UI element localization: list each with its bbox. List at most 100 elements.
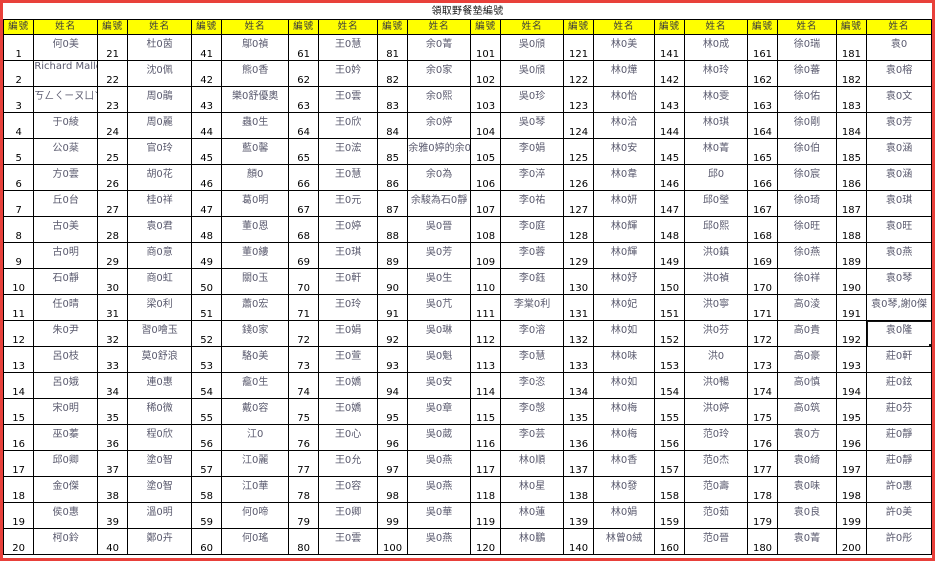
cell-number[interactable]: 42 (190, 60, 223, 87)
cell-name[interactable]: 高0貴 (777, 320, 837, 347)
cell-name[interactable]: 何0美 (33, 34, 98, 61)
cell-number[interactable]: 116 (469, 424, 502, 451)
cell-number[interactable]: 16 (2, 424, 35, 451)
cell-name[interactable]: 林0韋 (593, 164, 655, 191)
cell-name[interactable]: 林0發 (593, 476, 655, 503)
cell-name[interactable]: 溫0明 (127, 502, 192, 529)
cell-number[interactable]: 137 (562, 450, 595, 477)
cell-number[interactable]: 190 (835, 268, 868, 295)
cell-number[interactable]: 78 (287, 476, 320, 503)
cell-name[interactable]: 洪0婷 (684, 398, 748, 425)
cell-name[interactable]: 徐0祥 (777, 268, 837, 295)
cell-name[interactable]: 吳0晉 (407, 216, 471, 243)
cell-name[interactable]: 吳0燕 (407, 450, 471, 477)
cell-number[interactable]: 75 (287, 398, 320, 425)
cell-number[interactable]: 108 (469, 216, 502, 243)
cell-name[interactable]: 袁0琴 (866, 268, 932, 295)
cell-number[interactable]: 35 (96, 398, 129, 425)
cell-number[interactable]: 188 (835, 216, 868, 243)
cell-name[interactable]: 林0梅 (593, 398, 655, 425)
cell-name[interactable]: 徐0伯 (777, 138, 837, 165)
cell-name[interactable]: 于0綾 (33, 112, 98, 139)
cell-number[interactable]: 119 (469, 502, 502, 529)
cell-number[interactable]: 106 (469, 164, 502, 191)
cell-number[interactable]: 31 (96, 294, 129, 321)
cell-name[interactable]: 任0晴 (33, 294, 98, 321)
cell-number[interactable]: 167 (746, 190, 779, 217)
cell-name[interactable]: 范0玲 (684, 424, 748, 451)
cell-name[interactable]: 王0慧 (318, 164, 378, 191)
cell-number[interactable]: 102 (469, 60, 502, 87)
cell-number[interactable]: 122 (562, 60, 595, 87)
cell-number[interactable]: 192 (835, 320, 868, 347)
cell-number[interactable]: 177 (746, 450, 779, 477)
cell-name[interactable]: 洪0寧 (684, 294, 748, 321)
cell-name[interactable]: 商0虹 (127, 268, 192, 295)
cell-name[interactable]: 徐0蕃 (777, 60, 837, 87)
cell-number[interactable]: 100 (376, 528, 409, 555)
cell-name[interactable]: 范0杰 (684, 450, 748, 477)
cell-name[interactable]: 李0娟 (500, 138, 564, 165)
cell-name[interactable]: 莊0鉉 (866, 372, 932, 399)
cell-number[interactable]: 62 (287, 60, 320, 87)
cell-number[interactable]: 95 (376, 398, 409, 425)
cell-number[interactable]: 183 (835, 86, 868, 113)
cell-number[interactable]: 94 (376, 372, 409, 399)
cell-name[interactable]: 李0恣 (500, 372, 564, 399)
cell-name[interactable]: 徐0燕 (777, 242, 837, 269)
cell-number[interactable]: 54 (190, 372, 223, 399)
cell-number[interactable]: 60 (190, 528, 223, 555)
cell-name[interactable]: 林0怡 (593, 86, 655, 113)
cell-name[interactable]: 何0啼 (221, 502, 289, 529)
cell-name[interactable]: 邱0卿 (33, 450, 98, 477)
cell-number[interactable]: 138 (562, 476, 595, 503)
cell-number[interactable]: 163 (746, 86, 779, 113)
cell-number[interactable]: 101 (469, 34, 502, 61)
cell-number[interactable]: 152 (653, 320, 686, 347)
cell-number[interactable]: 30 (96, 268, 129, 295)
cell-number[interactable]: 129 (562, 242, 595, 269)
cell-name[interactable]: 吳0章 (407, 398, 471, 425)
cell-number[interactable]: 41 (190, 34, 223, 61)
cell-name[interactable]: 駱0美 (221, 346, 289, 373)
cell-number[interactable]: 64 (287, 112, 320, 139)
cell-number[interactable]: 59 (190, 502, 223, 529)
cell-name[interactable]: 范0晉 (684, 528, 748, 555)
cell-number[interactable]: 176 (746, 424, 779, 451)
cell-number[interactable]: 182 (835, 60, 868, 87)
cell-number[interactable]: 80 (287, 528, 320, 555)
cell-name[interactable]: 林0輝 (593, 216, 655, 243)
cell-number[interactable]: 67 (287, 190, 320, 217)
cell-number[interactable]: 44 (190, 112, 223, 139)
cell-name[interactable]: 吳0頎 (500, 60, 564, 87)
cell-number[interactable]: 113 (469, 346, 502, 373)
cell-name[interactable]: 袁0文 (866, 86, 932, 113)
cell-name[interactable]: 余駿為石0靜 (407, 190, 471, 217)
cell-name[interactable]: 王0卿 (318, 502, 378, 529)
cell-number[interactable]: 13 (2, 346, 35, 373)
cell-name[interactable]: 蟲0生 (221, 112, 289, 139)
cell-number[interactable]: 184 (835, 112, 868, 139)
cell-name[interactable]: 李0鈺 (500, 268, 564, 295)
cell-name[interactable]: 高0筑 (777, 398, 837, 425)
cell-name[interactable]: 林0如 (593, 372, 655, 399)
cell-name[interactable]: 范0壽 (684, 476, 748, 503)
cell-number[interactable]: 178 (746, 476, 779, 503)
cell-name[interactable]: 余0婷 (407, 112, 471, 139)
cell-number[interactable]: 24 (96, 112, 129, 139)
cell-number[interactable]: 151 (653, 294, 686, 321)
cell-number[interactable]: 145 (653, 138, 686, 165)
cell-name[interactable]: 袁0菁 (777, 528, 837, 555)
cell-number[interactable]: 32 (96, 320, 129, 347)
cell-number[interactable]: 157 (653, 450, 686, 477)
cell-number[interactable]: 91 (376, 294, 409, 321)
cell-number[interactable]: 169 (746, 242, 779, 269)
cell-name[interactable]: 邱0熙 (684, 216, 748, 243)
cell-name[interactable]: 袁0良 (777, 502, 837, 529)
cell-number[interactable]: 179 (746, 502, 779, 529)
cell-name[interactable]: 江0 (221, 424, 289, 451)
cell-name[interactable]: 邱0瑩 (684, 190, 748, 217)
cell-number[interactable]: 46 (190, 164, 223, 191)
cell-number[interactable]: 51 (190, 294, 223, 321)
cell-name[interactable]: 吳0安 (407, 372, 471, 399)
